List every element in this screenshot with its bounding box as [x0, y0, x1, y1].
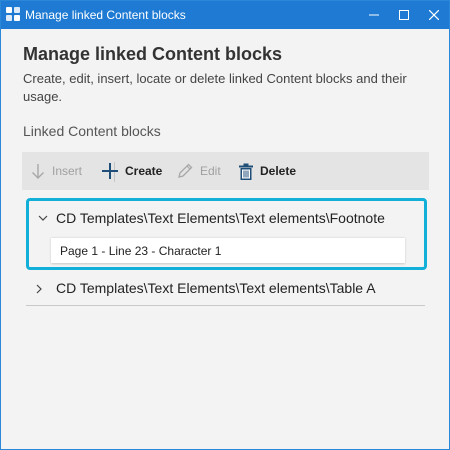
- toolbar: Insert Create Edit Delete: [22, 152, 429, 190]
- dialog-window: Manage linked Content blocks Manage link…: [0, 0, 450, 450]
- window-title: Manage linked Content blocks: [25, 8, 186, 22]
- delete-label: Delete: [260, 164, 297, 178]
- minimize-button[interactable]: [359, 1, 389, 29]
- minimize-icon: [369, 14, 379, 16]
- chevron-right-icon[interactable]: [34, 284, 44, 294]
- delete-button[interactable]: Delete: [239, 152, 296, 190]
- row-divider: [26, 305, 425, 306]
- dialog-description: Create, edit, insert, locate or delete l…: [23, 71, 407, 104]
- app-icon: [6, 7, 20, 21]
- dialog-heading: Manage linked Content blocks: [23, 44, 283, 64]
- tree-item-label: CD Templates\Text Elements\Text elements…: [56, 210, 385, 226]
- maximize-button[interactable]: [389, 1, 419, 29]
- section-label: Linked Content blocks: [23, 123, 161, 139]
- tree-item-footnote[interactable]: CD Templates\Text Elements\Text elements…: [26, 198, 427, 270]
- edit-label: Edit: [200, 164, 221, 178]
- dialog-header: Manage linked Content blocks Create, edi…: [23, 43, 433, 106]
- title-bar[interactable]: Manage linked Content blocks: [1, 1, 449, 29]
- trash-icon: [239, 163, 253, 180]
- arrow-down-icon: [32, 164, 44, 179]
- create-button[interactable]: Create: [102, 152, 162, 190]
- edit-button[interactable]: Edit: [177, 152, 221, 190]
- usage-item[interactable]: Page 1 - Line 23 - Character 1: [51, 237, 405, 263]
- tree-item-label: CD Templates\Text Elements\Text elements…: [56, 280, 376, 296]
- create-label: Create: [125, 164, 163, 178]
- tree-item-table-a[interactable]: CD Templates\Text Elements\Text elements…: [22, 276, 429, 302]
- insert-label: Insert: [52, 164, 83, 178]
- pencil-icon: [178, 163, 193, 178]
- close-icon: [429, 10, 439, 20]
- maximize-icon: [399, 10, 409, 20]
- chevron-down-icon[interactable]: [38, 213, 48, 223]
- close-button[interactable]: [419, 1, 449, 29]
- content-blocks-tree: CD Templates\Text Elements\Text elements…: [22, 191, 429, 431]
- insert-button[interactable]: Insert: [31, 152, 82, 190]
- plus-icon: [102, 163, 118, 179]
